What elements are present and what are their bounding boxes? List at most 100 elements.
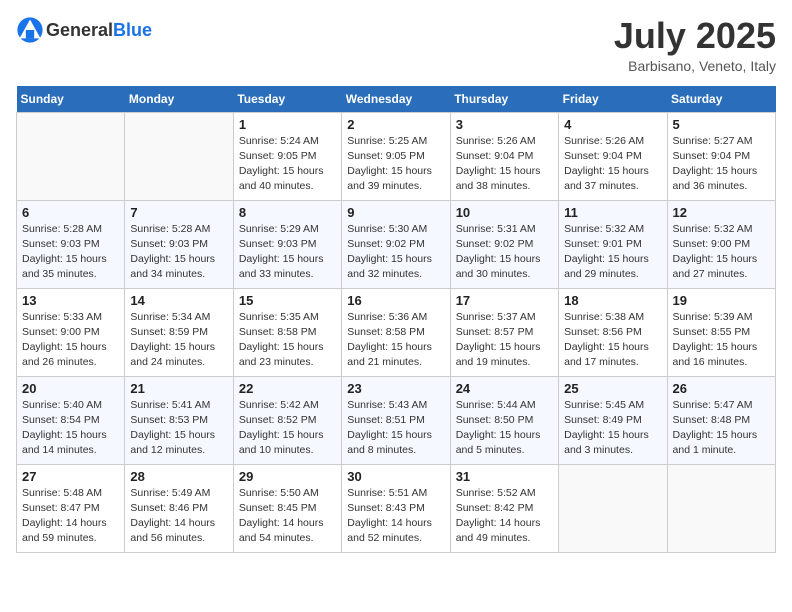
calendar-cell: 27 Sunrise: 5:48 AM Sunset: 8:47 PM Dayli… (17, 464, 125, 552)
day-number: 6 (22, 205, 119, 220)
day-number: 22 (239, 381, 336, 396)
day-info: Sunrise: 5:27 AM Sunset: 9:04 PM Dayligh… (673, 134, 770, 195)
calendar-cell (667, 464, 775, 552)
day-info: Sunrise: 5:43 AM Sunset: 8:51 PM Dayligh… (347, 398, 444, 459)
logo-text-blue: Blue (113, 20, 152, 40)
calendar-cell: 26 Sunrise: 5:47 AM Sunset: 8:48 PM Dayli… (667, 376, 775, 464)
calendar-cell: 23 Sunrise: 5:43 AM Sunset: 8:51 PM Dayli… (342, 376, 450, 464)
day-info: Sunrise: 5:47 AM Sunset: 8:48 PM Dayligh… (673, 398, 770, 459)
calendar-cell (559, 464, 667, 552)
calendar-cell: 18 Sunrise: 5:38 AM Sunset: 8:56 PM Dayli… (559, 288, 667, 376)
calendar-cell (17, 112, 125, 200)
calendar-cell: 31Sunrise: 5:52 AM Sunset: 8:42 PM Dayli… (450, 464, 558, 552)
day-number: 25 (564, 381, 661, 396)
day-info: Sunrise: 5:28 AM Sunset: 9:03 PM Dayligh… (22, 222, 119, 283)
day-info: Sunrise: 5:49 AM Sunset: 8:46 PM Dayligh… (130, 486, 227, 547)
day-info: Sunrise: 5:29 AM Sunset: 9:03 PM Dayligh… (239, 222, 336, 283)
calendar-cell: 8 Sunrise: 5:29 AM Sunset: 9:03 PM Daylig… (233, 200, 341, 288)
calendar-cell: 19 Sunrise: 5:39 AM Sunset: 8:55 PM Dayli… (667, 288, 775, 376)
day-info: Sunrise: 5:35 AM Sunset: 8:58 PM Dayligh… (239, 310, 336, 371)
calendar-cell (125, 112, 233, 200)
day-number: 16 (347, 293, 444, 308)
day-info: Sunrise: 5:32 AM Sunset: 9:01 PM Dayligh… (564, 222, 661, 283)
day-info: Sunrise: 5:38 AM Sunset: 8:56 PM Dayligh… (564, 310, 661, 371)
day-number: 18 (564, 293, 661, 308)
day-info: Sunrise: 5:32 AM Sunset: 9:00 PM Dayligh… (673, 222, 770, 283)
calendar-week-1: 1Sunrise: 5:24 AM Sunset: 9:05 PM Daylig… (17, 112, 776, 200)
day-number: 27 (22, 469, 119, 484)
day-number: 10 (456, 205, 553, 220)
day-number: 2 (347, 117, 444, 132)
day-number: 28 (130, 469, 227, 484)
calendar-cell: 6 Sunrise: 5:28 AM Sunset: 9:03 PM Daylig… (17, 200, 125, 288)
calendar-cell: 5 Sunrise: 5:27 AM Sunset: 9:04 PM Daylig… (667, 112, 775, 200)
day-info: Sunrise: 5:36 AM Sunset: 8:58 PM Dayligh… (347, 310, 444, 371)
day-number: 8 (239, 205, 336, 220)
calendar-cell: 3Sunrise: 5:26 AM Sunset: 9:04 PM Daylig… (450, 112, 558, 200)
day-number: 5 (673, 117, 770, 132)
day-number: 7 (130, 205, 227, 220)
calendar-cell: 25 Sunrise: 5:45 AM Sunset: 8:49 PM Dayli… (559, 376, 667, 464)
month-year: July 2025 (614, 16, 776, 56)
day-info: Sunrise: 5:25 AM Sunset: 9:05 PM Dayligh… (347, 134, 444, 195)
day-info: Sunrise: 5:40 AM Sunset: 8:54 PM Dayligh… (22, 398, 119, 459)
calendar-week-3: 13 Sunrise: 5:33 AM Sunset: 9:00 PM Dayli… (17, 288, 776, 376)
calendar-cell: 29Sunrise: 5:50 AM Sunset: 8:45 PM Dayli… (233, 464, 341, 552)
day-info: Sunrise: 5:24 AM Sunset: 9:05 PM Dayligh… (239, 134, 336, 195)
calendar-cell: 10Sunrise: 5:31 AM Sunset: 9:02 PM Dayli… (450, 200, 558, 288)
logo: GeneralBlue (16, 16, 152, 44)
day-number: 23 (347, 381, 444, 396)
day-number: 15 (239, 293, 336, 308)
calendar-cell: 12 Sunrise: 5:32 AM Sunset: 9:00 PM Dayli… (667, 200, 775, 288)
calendar-cell: 7 Sunrise: 5:28 AM Sunset: 9:03 PM Daylig… (125, 200, 233, 288)
weekday-header-saturday: Saturday (667, 86, 775, 113)
calendar-cell: 9 Sunrise: 5:30 AM Sunset: 9:02 PM Daylig… (342, 200, 450, 288)
weekday-header-tuesday: Tuesday (233, 86, 341, 113)
day-info: Sunrise: 5:44 AM Sunset: 8:50 PM Dayligh… (456, 398, 553, 459)
day-number: 14 (130, 293, 227, 308)
day-info: Sunrise: 5:52 AM Sunset: 8:42 PM Dayligh… (456, 486, 553, 547)
day-number: 12 (673, 205, 770, 220)
calendar-cell: 21Sunrise: 5:41 AM Sunset: 8:53 PM Dayli… (125, 376, 233, 464)
day-number: 3 (456, 117, 553, 132)
weekday-header-sunday: Sunday (17, 86, 125, 113)
day-info: Sunrise: 5:30 AM Sunset: 9:02 PM Dayligh… (347, 222, 444, 283)
calendar-cell: 16 Sunrise: 5:36 AM Sunset: 8:58 PM Dayli… (342, 288, 450, 376)
calendar-week-5: 27 Sunrise: 5:48 AM Sunset: 8:47 PM Dayli… (17, 464, 776, 552)
weekday-header-wednesday: Wednesday (342, 86, 450, 113)
calendar-cell: 17Sunrise: 5:37 AM Sunset: 8:57 PM Dayli… (450, 288, 558, 376)
day-info: Sunrise: 5:28 AM Sunset: 9:03 PM Dayligh… (130, 222, 227, 283)
day-number: 13 (22, 293, 119, 308)
weekday-header-friday: Friday (559, 86, 667, 113)
logo-icon (16, 16, 44, 44)
day-number: 30 (347, 469, 444, 484)
calendar-week-2: 6 Sunrise: 5:28 AM Sunset: 9:03 PM Daylig… (17, 200, 776, 288)
calendar-cell: 20Sunrise: 5:40 AM Sunset: 8:54 PM Dayli… (17, 376, 125, 464)
day-info: Sunrise: 5:39 AM Sunset: 8:55 PM Dayligh… (673, 310, 770, 371)
weekday-header-monday: Monday (125, 86, 233, 113)
day-info: Sunrise: 5:45 AM Sunset: 8:49 PM Dayligh… (564, 398, 661, 459)
title-block: July 2025 Barbisano, Veneto, Italy (614, 16, 776, 74)
day-info: Sunrise: 5:34 AM Sunset: 8:59 PM Dayligh… (130, 310, 227, 371)
day-info: Sunrise: 5:37 AM Sunset: 8:57 PM Dayligh… (456, 310, 553, 371)
calendar-cell: 14 Sunrise: 5:34 AM Sunset: 8:59 PM Dayli… (125, 288, 233, 376)
day-number: 11 (564, 205, 661, 220)
day-info: Sunrise: 5:33 AM Sunset: 9:00 PM Dayligh… (22, 310, 119, 371)
logo-text-general: General (46, 20, 113, 40)
weekday-header-thursday: Thursday (450, 86, 558, 113)
calendar-cell: 13 Sunrise: 5:33 AM Sunset: 9:00 PM Dayli… (17, 288, 125, 376)
day-info: Sunrise: 5:51 AM Sunset: 8:43 PM Dayligh… (347, 486, 444, 547)
day-info: Sunrise: 5:41 AM Sunset: 8:53 PM Dayligh… (130, 398, 227, 459)
day-number: 26 (673, 381, 770, 396)
day-number: 4 (564, 117, 661, 132)
calendar-cell: 11 Sunrise: 5:32 AM Sunset: 9:01 PM Dayli… (559, 200, 667, 288)
day-info: Sunrise: 5:48 AM Sunset: 8:47 PM Dayligh… (22, 486, 119, 547)
day-number: 19 (673, 293, 770, 308)
calendar-header: SundayMondayTuesdayWednesdayThursdayFrid… (17, 86, 776, 113)
calendar-cell: 15 Sunrise: 5:35 AM Sunset: 8:58 PM Dayli… (233, 288, 341, 376)
calendar-cell: 30 Sunrise: 5:51 AM Sunset: 8:43 PM Dayli… (342, 464, 450, 552)
day-number: 29 (239, 469, 336, 484)
calendar-body: 1Sunrise: 5:24 AM Sunset: 9:05 PM Daylig… (17, 112, 776, 552)
day-number: 9 (347, 205, 444, 220)
calendar-cell: 2 Sunrise: 5:25 AM Sunset: 9:05 PM Daylig… (342, 112, 450, 200)
